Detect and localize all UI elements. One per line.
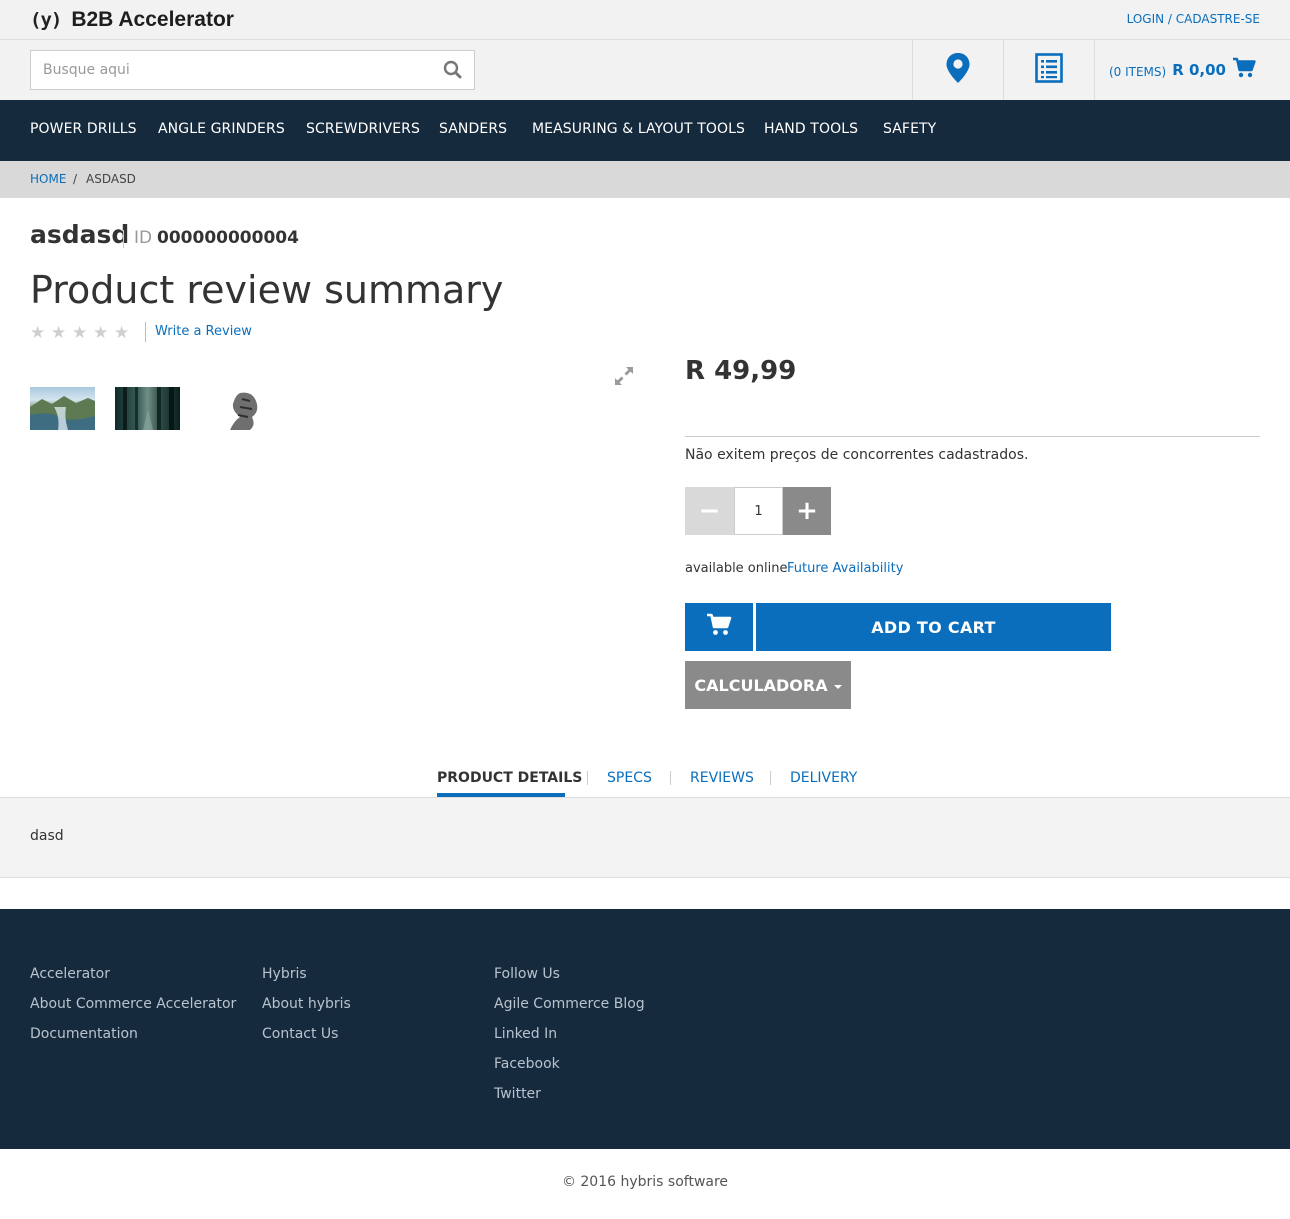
breadcrumb-home[interactable]: HOME xyxy=(30,172,66,186)
sketch-figure-thumbnail[interactable] xyxy=(200,387,265,430)
cart-total: R 0,00 xyxy=(1172,61,1226,79)
availability-status: available online xyxy=(685,561,788,576)
tab-specs[interactable]: SPECS xyxy=(607,770,652,786)
search-input[interactable] xyxy=(31,51,431,89)
footer-column-accelerator: Accelerator About Commerce Accelerator D… xyxy=(30,959,236,1049)
footer-link[interactable]: Facebook xyxy=(494,1049,645,1079)
review-summary-title: Product review summary xyxy=(30,268,504,312)
caret-down-icon xyxy=(833,684,842,689)
star-icon: ★ xyxy=(51,323,67,343)
footer-link[interactable]: Agile Commerce Blog xyxy=(494,989,645,1019)
quantity-increase-button[interactable]: + xyxy=(783,487,831,535)
product-name: asdasd xyxy=(30,220,130,249)
tab-divider xyxy=(770,771,771,785)
nav-item-sanders[interactable]: SANDERS xyxy=(439,121,507,137)
competitor-prices-note: Não exitem preços de concorrentes cadast… xyxy=(685,447,1029,463)
nav-item-angle-grinders[interactable]: ANGLE GRINDERS xyxy=(158,121,285,137)
category-nav: POWER DRILLS ANGLE GRINDERS SCREWDRIVERS… xyxy=(0,100,1290,161)
tab-reviews[interactable]: REVIEWS xyxy=(690,770,754,786)
product-description: dasd xyxy=(30,828,64,844)
active-tab-indicator xyxy=(437,793,565,797)
tab-panel: dasd xyxy=(0,798,1290,878)
footer-heading: Follow Us xyxy=(494,966,560,982)
quantity-input[interactable] xyxy=(734,487,783,535)
add-to-cart-button[interactable]: ADD TO CART xyxy=(756,603,1111,651)
breadcrumb-current: ASDASD xyxy=(86,172,136,186)
footer-link[interactable]: Contact Us xyxy=(262,1019,351,1049)
star-icon: ★ xyxy=(93,323,109,343)
nav-item-screwdrivers[interactable]: SCREWDRIVERS xyxy=(306,121,420,137)
quick-add-cart-button[interactable] xyxy=(685,603,753,651)
breadcrumb-separator: / xyxy=(73,172,78,186)
header-search-row: (0 ITEMS) R 0,00 xyxy=(0,40,1290,100)
site-logo[interactable]: (y) B2B Accelerator xyxy=(30,8,234,32)
star-icon: ★ xyxy=(30,323,46,343)
rating-divider xyxy=(145,322,146,342)
forest-thumbnail[interactable] xyxy=(115,387,180,430)
star-icon: ★ xyxy=(114,323,130,343)
order-form-icon xyxy=(1035,53,1063,87)
expand-image-icon[interactable] xyxy=(612,364,636,388)
breadcrumb: HOME / ASDASD xyxy=(0,161,1290,198)
footer-link[interactable]: Linked In xyxy=(494,1019,645,1049)
login-link[interactable]: LOGIN / CADASTRE-SE xyxy=(1127,12,1260,26)
order-form-button[interactable] xyxy=(1003,40,1094,100)
tab-divider xyxy=(587,771,588,785)
search-icon[interactable] xyxy=(442,59,464,81)
write-review-link[interactable]: Write a Review xyxy=(155,324,252,339)
product-id-label: ID xyxy=(134,228,153,248)
nav-item-power-drills[interactable]: POWER DRILLS xyxy=(30,121,137,137)
footer-column-follow-us: Follow Us Agile Commerce Blog Linked In … xyxy=(494,959,645,1109)
nav-item-hand-tools[interactable]: HAND TOOLS xyxy=(764,121,858,137)
top-bar: (y) B2B Accelerator LOGIN / CADASTRE-SE xyxy=(0,0,1290,40)
product-price: R 49,99 xyxy=(685,356,797,386)
logo-text: B2B Accelerator xyxy=(71,8,234,31)
nav-item-measuring-layout-tools[interactable]: MEASURING & LAYOUT TOOLS xyxy=(532,121,745,137)
calculator-label: CALCULADORA xyxy=(694,675,828,695)
store-finder-button[interactable] xyxy=(912,40,1003,100)
cart-count: (0 ITEMS) xyxy=(1108,65,1167,79)
cart-icon xyxy=(1232,57,1256,83)
footer-heading: Accelerator xyxy=(30,966,110,982)
price-divider xyxy=(685,436,1260,437)
footer-column-hybris: Hybris About hybris Contact Us xyxy=(262,959,351,1049)
logo-mark: (y) xyxy=(30,9,62,31)
quantity-decrease-button[interactable]: − xyxy=(685,487,734,535)
calculator-dropdown-button[interactable]: CALCULADORA xyxy=(685,661,851,709)
name-divider xyxy=(123,230,124,248)
star-icon: ★ xyxy=(72,323,88,343)
tab-delivery[interactable]: DELIVERY xyxy=(790,770,857,786)
footer-heading: Hybris xyxy=(262,966,307,982)
footer: Accelerator About Commerce Accelerator D… xyxy=(0,909,1290,1149)
footer-link[interactable]: About hybris xyxy=(262,989,351,1019)
search-box xyxy=(30,50,475,90)
mini-cart[interactable]: (0 ITEMS) R 0,00 xyxy=(1094,40,1290,100)
footer-link[interactable]: Twitter xyxy=(494,1079,645,1109)
future-availability-link[interactable]: Future Availability xyxy=(787,561,903,576)
cart-icon xyxy=(706,613,732,641)
copyright: © 2016 hybris software xyxy=(561,1174,729,1190)
location-pin-icon xyxy=(945,52,971,88)
footer-link[interactable]: About Commerce Accelerator xyxy=(30,989,236,1019)
tab-divider xyxy=(670,771,671,785)
footer-link[interactable]: Documentation xyxy=(30,1019,236,1049)
tab-product-details[interactable]: PRODUCT DETAILS xyxy=(437,770,582,786)
lake-landscape-thumbnail[interactable] xyxy=(30,387,95,430)
nav-item-safety[interactable]: SAFETY xyxy=(883,121,936,137)
product-id-value: 000000000004 xyxy=(157,228,299,248)
rating-stars: ★ ★ ★ ★ ★ xyxy=(30,323,135,343)
